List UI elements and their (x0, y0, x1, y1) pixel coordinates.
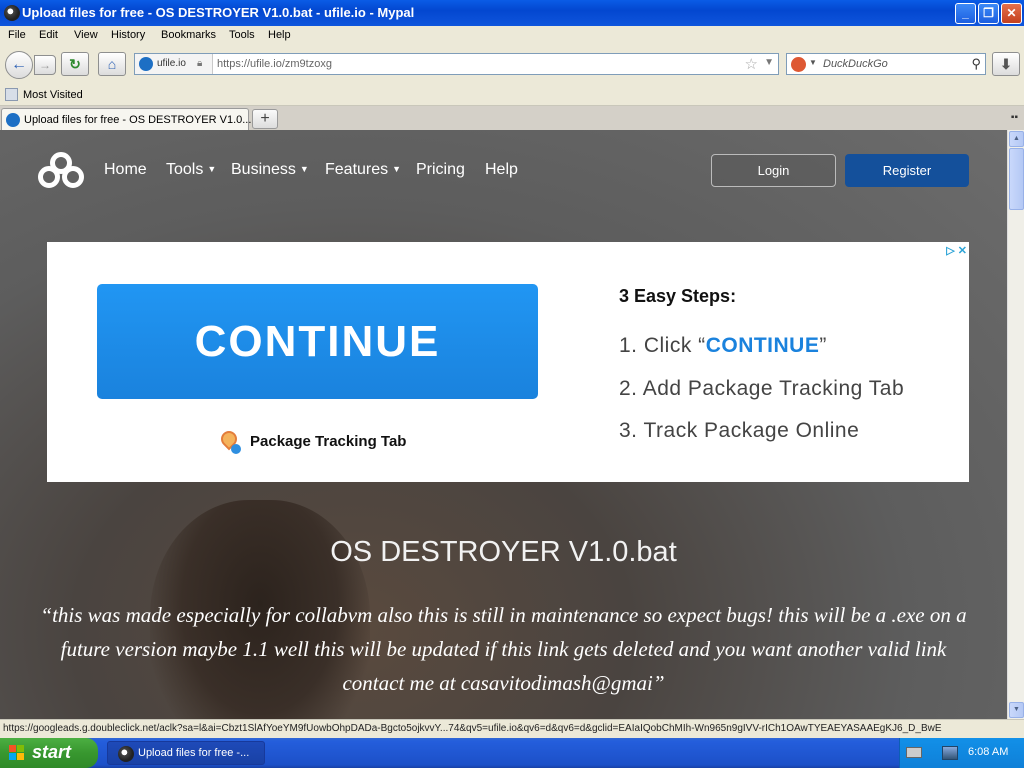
menu-history[interactable]: History (111, 29, 145, 41)
search-icon[interactable]: ⚲ (971, 56, 981, 72)
url-dropdown-icon[interactable]: ▼ (764, 57, 774, 68)
menu-bar: File Edit View History Bookmarks Tools H… (0, 26, 1024, 46)
menu-file[interactable]: File (8, 29, 26, 41)
ufile-favicon-icon (139, 57, 153, 71)
ad-step-2: 2. Add Package Tracking Tab (619, 377, 905, 400)
search-placeholder: DuckDuckGo (823, 58, 888, 70)
nav-business-label: Business (231, 161, 296, 178)
clock[interactable]: 6:08 AM (968, 746, 1008, 758)
ad-steps-title: 3 Easy Steps: (619, 286, 737, 306)
chevron-down-icon: ▼ (392, 164, 402, 174)
nav-tools[interactable]: Tools ▼ (166, 161, 216, 179)
scroll-up-icon[interactable]: ▲ (1009, 131, 1024, 147)
mypal-app-icon (118, 746, 134, 762)
tab-bar: Upload files for free - OS DESTROYER V1.… (0, 106, 1024, 130)
menu-edit[interactable]: Edit (39, 29, 58, 41)
system-tray: 6:08 AM (899, 738, 1024, 768)
nav-features-label: Features (325, 161, 389, 178)
nav-business[interactable]: Business ▼ (231, 161, 309, 179)
ad-package-label: Package Tracking Tab (250, 433, 407, 450)
chevron-down-icon: ▼ (207, 164, 217, 174)
most-visited-icon (5, 88, 18, 101)
address-bar[interactable]: ufile.io 🔒︎ https://ufile.io/zm9tzoxg ☆ … (134, 53, 779, 75)
scroll-down-icon[interactable]: ▼ (1009, 702, 1024, 718)
ad-continue-button[interactable]: CONTINUE (97, 284, 538, 399)
search-input[interactable]: ▼ DuckDuckGo ⚲ (786, 53, 986, 75)
nav-features[interactable]: Features ▼ (325, 161, 401, 179)
minimize-icon[interactable]: _ (955, 3, 976, 24)
keyboard-icon[interactable] (906, 747, 922, 758)
register-button[interactable]: Register (845, 154, 969, 187)
title-bar: Upload files for free - OS DESTROYER V1.… (0, 0, 1024, 26)
taskbar-window-button[interactable]: Upload files for free -... (107, 741, 265, 765)
navigation-toolbar: ← → ↻ ⌂ ufile.io 🔒︎ https://ufile.io/zm9… (0, 46, 1024, 84)
bookmarks-toolbar: Most Visited (0, 84, 1024, 106)
reload-icon[interactable]: ↻ (61, 52, 89, 76)
nav-help[interactable]: Help (485, 161, 518, 179)
menu-tools[interactable]: Tools (229, 29, 255, 41)
windows-flag-icon (9, 745, 26, 761)
ufile-logo[interactable] (38, 152, 86, 190)
start-button[interactable]: start (0, 738, 98, 768)
login-button[interactable]: Login (711, 154, 836, 187)
taskbar: start Upload files for free -... 6:08 AM (0, 738, 1024, 768)
adchoices-icon[interactable]: ▷ ✕ (946, 244, 967, 257)
ad-step-1: 1. Click “CONTINUE” (619, 334, 827, 357)
bookmark-star-icon[interactable]: ☆ (745, 55, 758, 73)
window-title: Upload files for free - OS DESTROYER V1.… (22, 5, 415, 20)
duckduckgo-icon[interactable] (791, 57, 806, 72)
network-icon[interactable] (942, 746, 958, 760)
nav-pricing[interactable]: Pricing (416, 161, 465, 179)
search-engine-dropdown-icon[interactable]: ▼ (809, 58, 817, 67)
back-arrow-icon[interactable]: ← (5, 51, 33, 79)
close-icon[interactable]: ✕ (1001, 3, 1022, 24)
lock-icon: 🔒︎ (197, 58, 203, 69)
download-icon[interactable]: ⬇ (992, 52, 1020, 76)
advertisement-banner[interactable]: ▷ ✕ CONTINUE Package Tracking Tab 3 Easy… (47, 242, 969, 482)
start-label: start (32, 742, 72, 762)
nav-home[interactable]: Home (104, 161, 147, 179)
ad-step-3: 3. Track Package Online (619, 419, 860, 442)
menu-help[interactable]: Help (268, 29, 291, 41)
scrollbar-thumb[interactable] (1009, 148, 1024, 210)
location-pin-icon (217, 427, 241, 455)
nav-tools-label: Tools (166, 161, 204, 178)
ufile-favicon-icon (6, 113, 20, 127)
site-identity-button[interactable]: ufile.io 🔒︎ (135, 54, 213, 74)
file-description: “this was made especially for collabvm a… (40, 603, 967, 695)
tab-title: Upload files for free - OS DESTROYER V1.… (24, 114, 255, 126)
status-bar: https://googleads.g.doubleclick.net/aclk… (0, 719, 1024, 738)
forward-arrow-icon[interactable]: → (34, 55, 56, 75)
maximize-icon[interactable]: ❐ (978, 3, 999, 24)
menu-view[interactable]: View (74, 29, 98, 41)
vertical-scrollbar[interactable]: ▲ ▼ (1007, 130, 1024, 719)
chevron-down-icon: ▼ (299, 164, 309, 174)
tab-ufile[interactable]: Upload files for free - OS DESTROYER V1.… (1, 108, 254, 130)
url-text[interactable]: https://ufile.io/zm9tzoxg (217, 58, 332, 70)
site-identity-label: ufile.io (157, 58, 186, 69)
taskbar-window-label: Upload files for free -... (138, 747, 250, 759)
page-viewport: Home Tools ▼ Business ▼ Features ▼ Pricing … (0, 130, 1007, 719)
file-title: OS DESTROYER V1.0.bat (330, 536, 677, 568)
status-link-text: https://googleads.g.doubleclick.net/aclk… (3, 723, 942, 734)
tab-list-icon[interactable]: ▪▪ (1011, 112, 1018, 123)
mypal-app-icon (4, 5, 20, 21)
bookmark-most-visited[interactable]: Most Visited (23, 89, 83, 101)
new-tab-button[interactable]: + (252, 109, 278, 129)
menu-bookmarks[interactable]: Bookmarks (161, 29, 216, 41)
home-icon[interactable]: ⌂ (98, 52, 126, 76)
